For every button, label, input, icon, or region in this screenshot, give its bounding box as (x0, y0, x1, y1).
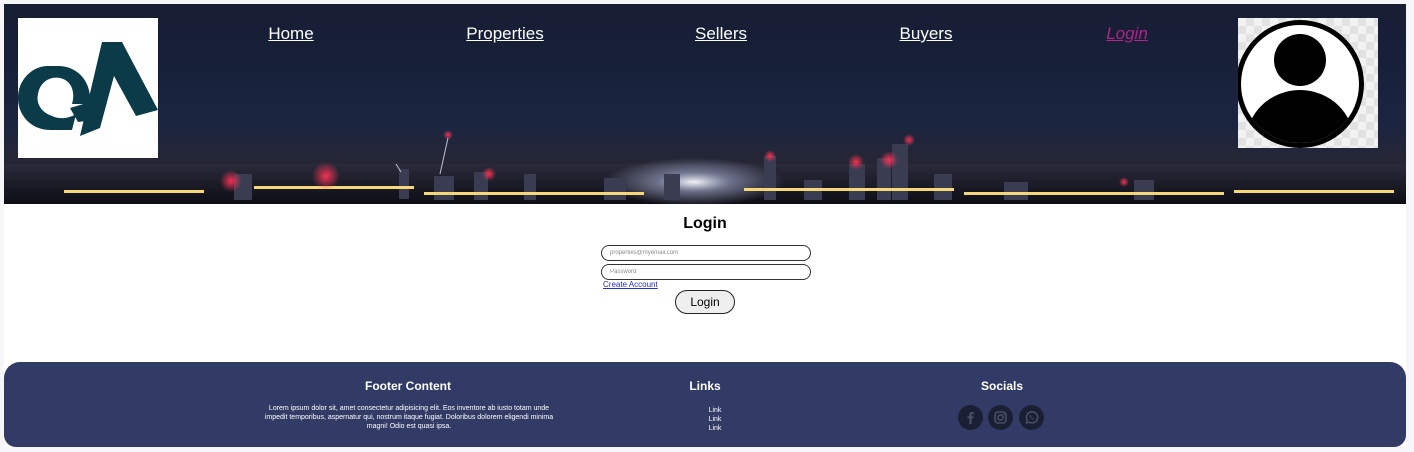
nav-login[interactable]: Login (1106, 24, 1148, 44)
qa-logo-icon (18, 42, 158, 136)
footer-socials-heading: Socials (980, 379, 1024, 393)
user-icon (1238, 20, 1364, 148)
footer-content-heading: Footer Content (365, 379, 451, 393)
whatsapp-icon (1025, 410, 1039, 424)
footer-links-heading: Links (689, 379, 721, 393)
facebook-button[interactable] (958, 405, 983, 430)
nav-properties[interactable]: Properties (466, 24, 543, 44)
footer-link[interactable]: Link (709, 406, 722, 415)
nav-home[interactable]: Home (268, 24, 313, 44)
login-button[interactable]: Login (675, 290, 735, 314)
header-banner: Home Properties Sellers Buyers Login (4, 4, 1406, 204)
email-input[interactable] (601, 245, 811, 261)
instagram-button[interactable] (988, 405, 1013, 430)
footer: Footer Content Lorem ipsum dolor sit, am… (4, 362, 1406, 447)
footer-link[interactable]: Link (709, 415, 722, 424)
facebook-icon (967, 412, 974, 424)
page: Home Properties Sellers Buyers Login Log… (4, 4, 1406, 447)
nav-buyers[interactable]: Buyers (900, 24, 953, 44)
login-heading: Login (683, 215, 727, 232)
footer-content-text: Lorem ipsum dolor sit, amet consectetur … (264, 405, 554, 430)
nav-sellers[interactable]: Sellers (695, 24, 747, 44)
profile-avatar[interactable] (1238, 18, 1378, 148)
whatsapp-button[interactable] (1019, 405, 1044, 430)
create-account-link[interactable]: Create Account (603, 280, 658, 289)
instagram-icon (994, 411, 1007, 424)
qa-logo[interactable] (18, 18, 158, 158)
password-input[interactable] (601, 264, 811, 280)
footer-link[interactable]: Link (709, 424, 722, 433)
